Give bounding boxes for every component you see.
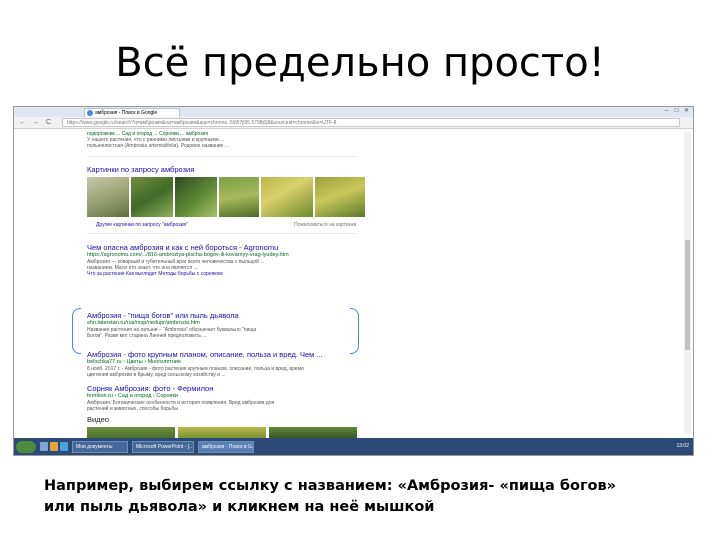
search-result-highlighted: Амброзия - "пища богов" или пыль дьявола… — [87, 311, 377, 339]
images-heading[interactable]: Картинки по запросу амброзия — [87, 165, 194, 174]
divider — [87, 156, 357, 157]
close-icon[interactable]: ✕ — [682, 108, 691, 115]
snippet-line: полынелистная (Ambrosia artemisiifolia).… — [87, 143, 229, 149]
result-url: fermilon.ru › Сад и огород › Сорняки — [87, 393, 178, 399]
image-thumbnail[interactable] — [261, 177, 313, 217]
result-title-link[interactable]: Амброзия - "пища богов" или пыль дьявола — [87, 311, 377, 320]
result-url: belochka77.ru › Цветы › Многолетние — [87, 359, 181, 365]
forward-icon[interactable]: → — [31, 118, 40, 127]
result-snippet: растений и животных, способы борьбы — [87, 406, 178, 412]
image-thumbnail[interactable] — [175, 177, 217, 217]
search-result: Сорняк Амброзия: фото - Фермилон fermilo… — [87, 384, 377, 412]
search-result: Чем опасна амброзия и как с ней бороться… — [87, 243, 377, 277]
image-thumbnail[interactable] — [87, 177, 129, 217]
image-thumbnail[interactable] — [131, 177, 173, 217]
minimize-icon[interactable]: – — [662, 108, 671, 115]
windows-taskbar: Мои документы Microsoft PowerPoint - [..… — [14, 438, 693, 455]
google-favicon-icon — [87, 110, 93, 116]
tab-strip: амброзия - Поиск в Google – □ ✕ — [14, 107, 693, 117]
quicklaunch-icon[interactable] — [60, 442, 68, 451]
report-images-link[interactable]: Пожаловаться на картинки — [294, 222, 356, 228]
more-images-link[interactable]: Другие картинки по запросу "амброзия" — [96, 222, 188, 228]
quicklaunch-icon[interactable] — [50, 442, 58, 451]
start-button[interactable] — [16, 441, 36, 453]
result-title-link[interactable]: Сорняк Амброзия: фото - Фермилон — [87, 384, 377, 393]
browser-screenshot: амброзия - Поиск в Google – □ ✕ ← → C ht… — [13, 106, 694, 456]
caption-line: Например, выбирем ссылку с названием: «А… — [44, 478, 617, 494]
tab-title: амброзия - Поиск в Google — [95, 110, 158, 116]
top-result-snippet: подорожник ... Сад и огород ... Сорняки … — [87, 131, 377, 149]
video-thumbnail[interactable] — [87, 427, 175, 438]
browser-tab[interactable]: амброзия - Поиск в Google — [84, 108, 180, 117]
taskbar-item-browser[interactable]: амброзия - Поиск в G.. — [198, 441, 254, 453]
caption-line: или пыль дьявола» и кликнем на неё мышко… — [44, 499, 435, 515]
video-thumbnail[interactable] — [269, 427, 357, 438]
search-results-page: подорожник ... Сад и огород ... Сорняки … — [14, 130, 693, 438]
reload-icon[interactable]: C — [44, 118, 53, 127]
result-title-link[interactable]: Амброзия - фото крупным планом, описание… — [87, 350, 377, 359]
quicklaunch-icon[interactable] — [40, 442, 48, 451]
result-snippet: Богов". Разве мог старина Линней предпол… — [87, 333, 207, 339]
image-thumbnail[interactable] — [315, 177, 365, 217]
slide-caption: Например, выбирем ссылку с названием: «А… — [44, 476, 694, 518]
address-bar[interactable]: https://www.google.ru/search?q=амброзия&… — [62, 118, 680, 127]
navigation-bar: ← → C https://www.google.ru/search?q=амб… — [14, 117, 693, 129]
back-icon[interactable]: ← — [18, 118, 27, 127]
video-heading: Видео — [87, 415, 109, 424]
page-scrollbar[interactable] — [684, 132, 691, 434]
divider — [87, 233, 357, 234]
taskbar-item-documents[interactable]: Мои документы — [72, 441, 128, 453]
maximize-icon[interactable]: □ — [672, 108, 681, 115]
scrollbar-thumb[interactable] — [685, 240, 690, 350]
search-result: Амброзия - фото крупным планом, описание… — [87, 350, 377, 378]
slide-title: Всё предельно просто! — [115, 40, 605, 86]
video-thumbnail[interactable] — [178, 427, 266, 438]
taskbar-clock: 13:02 — [676, 443, 689, 449]
result-title-link[interactable]: Чем опасна амброзия и как с ней бороться… — [87, 243, 377, 252]
highlight-bracket-left — [72, 308, 81, 354]
result-url: https://agronomu.com/.../816-ambroziya-p… — [87, 252, 289, 258]
result-url: shn.tatarstan.ru/rus/rssp/nedupr/ambrozi… — [87, 320, 200, 326]
image-thumbnail[interactable] — [219, 177, 259, 217]
result-sitelinks[interactable]: Что за растение Как выглядит Методы борь… — [87, 271, 377, 277]
result-snippet: цветения амброзии в Крыму, вред сельском… — [87, 372, 226, 378]
taskbar-item-powerpoint[interactable]: Microsoft PowerPoint - [.. — [132, 441, 194, 453]
